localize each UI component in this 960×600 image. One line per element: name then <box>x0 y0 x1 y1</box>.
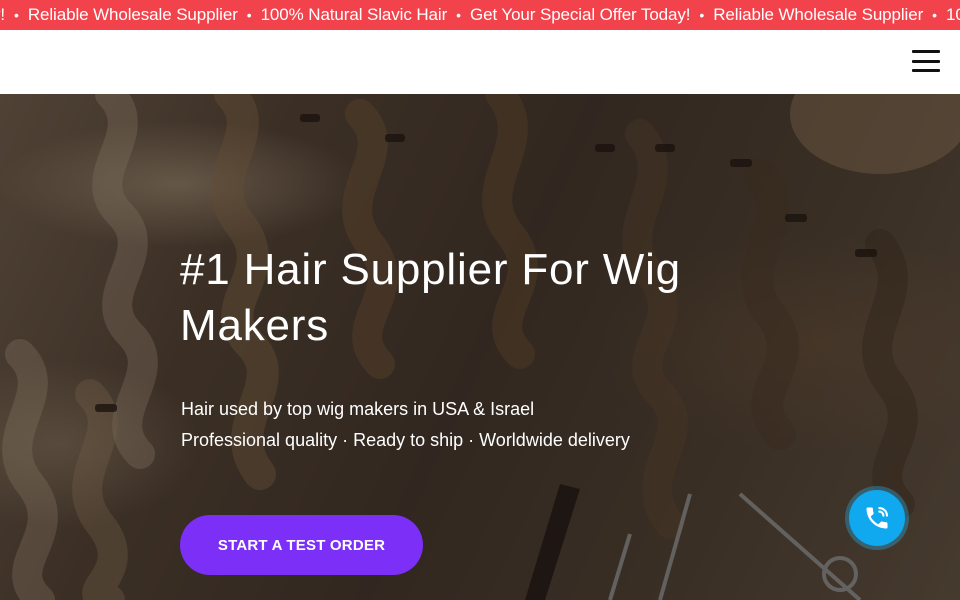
hero-section: #1 Hair Supplier For Wig Makers Hair use… <box>0 94 960 600</box>
call-button[interactable] <box>845 486 909 550</box>
hero-title: #1 Hair Supplier For Wig Makers <box>180 245 681 350</box>
hero-subtitle-line: Hair used by top wig makers in USA & Isr… <box>181 399 535 419</box>
phone-call-icon <box>866 507 888 529</box>
ticker-separator: • <box>699 7 705 23</box>
hamburger-menu-icon[interactable] <box>912 50 940 72</box>
ticker-separator: • <box>932 7 937 23</box>
ticker-track: y! • Reliable Wholesale Supplier • 100% … <box>0 0 960 30</box>
ticker-item: 100 <box>945 5 960 24</box>
ticker-item: Reliable Wholesale Supplier <box>713 5 924 24</box>
ticker-item: Reliable Wholesale Supplier <box>27 5 238 24</box>
site-header <box>0 30 960 94</box>
ticker-item: Get Your Special Offer Today! <box>469 5 691 24</box>
call-button-inner <box>849 490 905 546</box>
ticker-separator: • <box>456 7 461 23</box>
ticker-item: 100% Natural Slavic Hair <box>260 5 448 24</box>
ticker-separator: • <box>14 7 19 23</box>
announcement-ticker: y! • Reliable Wholesale Supplier • 100% … <box>0 0 960 30</box>
hero-subtitle-line: Professional quality · Ready to ship · W… <box>181 430 630 450</box>
ticker-item: y! <box>0 5 6 24</box>
hero-subtitle: Hair used by top wig makers in USA & Isr… <box>181 394 741 456</box>
ticker-separator: • <box>246 7 252 23</box>
start-test-order-button[interactable]: START A TEST ORDER <box>180 515 423 575</box>
